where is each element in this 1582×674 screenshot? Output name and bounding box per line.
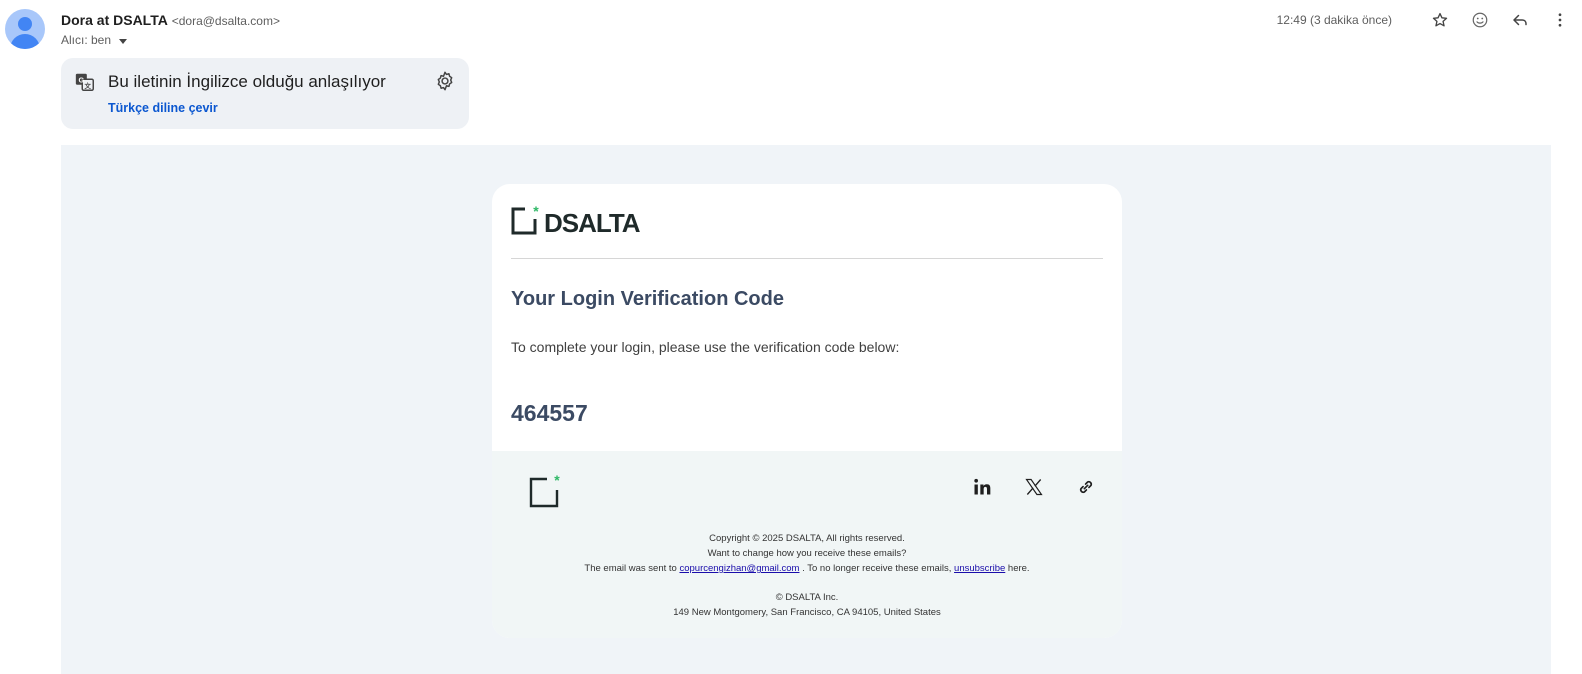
- linkedin-icon[interactable]: [968, 475, 996, 499]
- sender-email: <dora@dsalta.com>: [171, 14, 280, 28]
- dsalta-logo-icon: *: [511, 204, 539, 235]
- email-intro: To complete your login, please use the v…: [511, 339, 900, 355]
- svg-text:G: G: [78, 75, 84, 84]
- translate-message: Bu iletinin İngilizce olduğu anlaşılıyor: [108, 72, 386, 91]
- footer-logo-icon[interactable]: *: [529, 472, 563, 513]
- star-icon[interactable]: [1426, 8, 1454, 32]
- more-vert-icon[interactable]: [1546, 8, 1574, 32]
- message-actions: [1426, 8, 1574, 32]
- gear-icon[interactable]: [434, 70, 456, 97]
- svg-text:文: 文: [85, 81, 92, 90]
- footer-text: Copyright © 2025 DSALTA, All rights rese…: [492, 531, 1122, 620]
- copyright-text: Copyright © 2025 DSALTA, All rights rese…: [709, 533, 905, 544]
- translate-banner: G 文 Bu iletinin İngilizce olduğu anlaşıl…: [61, 58, 469, 129]
- svg-text:*: *: [554, 472, 560, 488]
- reply-icon[interactable]: [1506, 8, 1534, 32]
- header-divider: [511, 258, 1103, 259]
- chevron-down-icon: [119, 38, 128, 44]
- avatar-body: [10, 34, 40, 49]
- x-icon[interactable]: [1020, 475, 1048, 499]
- verification-code: 464557: [511, 400, 588, 426]
- message-time: 12:49 (3 dakika önce): [1276, 13, 1392, 27]
- link-icon[interactable]: [1072, 475, 1100, 499]
- recipient-label: Alıcı: ben: [61, 33, 112, 47]
- email-body-background: * DSALTA Your Login Verification Code To…: [61, 145, 1551, 674]
- sender-line: Dora at DSALTA <dora@dsalta.com>: [61, 12, 280, 28]
- email-footer: * Copyright © 2025 DSALTA, All rights re…: [492, 451, 1122, 638]
- recipient-email-link[interactable]: copurcengizhan@gmail.com: [679, 563, 799, 574]
- translate-icon: G 文: [74, 71, 96, 98]
- sender-name[interactable]: Dora at DSALTA: [61, 12, 168, 28]
- svg-text:*: *: [533, 204, 539, 219]
- logo-wordmark: DSALTA: [544, 208, 641, 238]
- dsalta-logo[interactable]: * DSALTA: [511, 204, 641, 238]
- change-prefs-text: Want to change how you receive these ema…: [707, 548, 907, 559]
- email-card: * DSALTA Your Login Verification Code To…: [492, 184, 1122, 638]
- unsubscribe-link[interactable]: unsubscribe: [954, 563, 1005, 574]
- recipient-toggle[interactable]: Alıcı: ben: [61, 33, 128, 47]
- translate-button[interactable]: Türkçe diline çevir: [108, 101, 218, 115]
- email-heading: Your Login Verification Code: [511, 288, 784, 310]
- sent-to-line: The email was sent to copurcengizhan@gma…: [492, 561, 1122, 576]
- company-address: 149 New Montgomery, San Francisco, CA 94…: [673, 607, 941, 618]
- sent-prefix: The email was sent to: [584, 563, 677, 574]
- company-name: © DSALTA Inc.: [775, 592, 839, 603]
- sender-avatar[interactable]: [5, 9, 45, 49]
- sent-suffix: here.: [1007, 563, 1030, 574]
- avatar-head: [18, 17, 32, 31]
- social-links: [968, 475, 1100, 499]
- footer-spacer: [492, 576, 1122, 590]
- sent-mid: . To no longer receive these emails,: [802, 563, 952, 574]
- emoji-icon[interactable]: [1466, 8, 1494, 32]
